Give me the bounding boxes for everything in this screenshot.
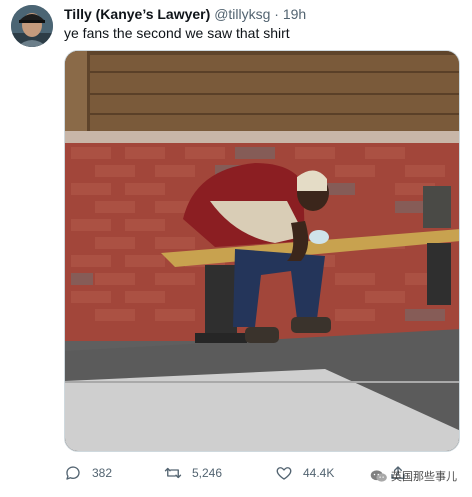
watermark-text: 英国那些事儿 xyxy=(391,471,457,483)
wechat-watermark: 英国那些事儿 xyxy=(370,468,457,484)
heart-icon xyxy=(276,467,292,480)
retweet-count: 5,246 xyxy=(192,466,223,480)
retweet-arrows-icon xyxy=(164,467,182,479)
separator-dot: · xyxy=(274,6,279,22)
wechat-icon xyxy=(370,470,387,482)
tweet-card[interactable]: Tilly (Kanye’s Lawyer) @tillyksg · 19h y… xyxy=(0,0,472,497)
author-avatar[interactable] xyxy=(11,5,53,47)
reply-button[interactable]: 382 xyxy=(64,462,112,484)
retweet-button[interactable]: 5,246 xyxy=(164,462,222,484)
author-name[interactable]: Tilly (Kanye’s Lawyer) xyxy=(64,6,210,22)
tweet-text: ye fans the second we saw that shirt xyxy=(64,25,290,41)
photo-man-on-bench xyxy=(65,51,459,451)
tweet-timestamp[interactable]: 19h xyxy=(283,6,306,22)
tweet-photo[interactable] xyxy=(64,50,460,452)
like-count: 44.4K xyxy=(303,466,335,480)
author-handle[interactable]: @tillyksg xyxy=(214,6,270,22)
like-button[interactable]: 44.4K xyxy=(275,462,334,484)
reply-count: 382 xyxy=(92,466,113,480)
tweet-header: Tilly (Kanye’s Lawyer) @tillyksg · 19h xyxy=(64,5,462,23)
comment-bubble-icon xyxy=(66,466,80,480)
